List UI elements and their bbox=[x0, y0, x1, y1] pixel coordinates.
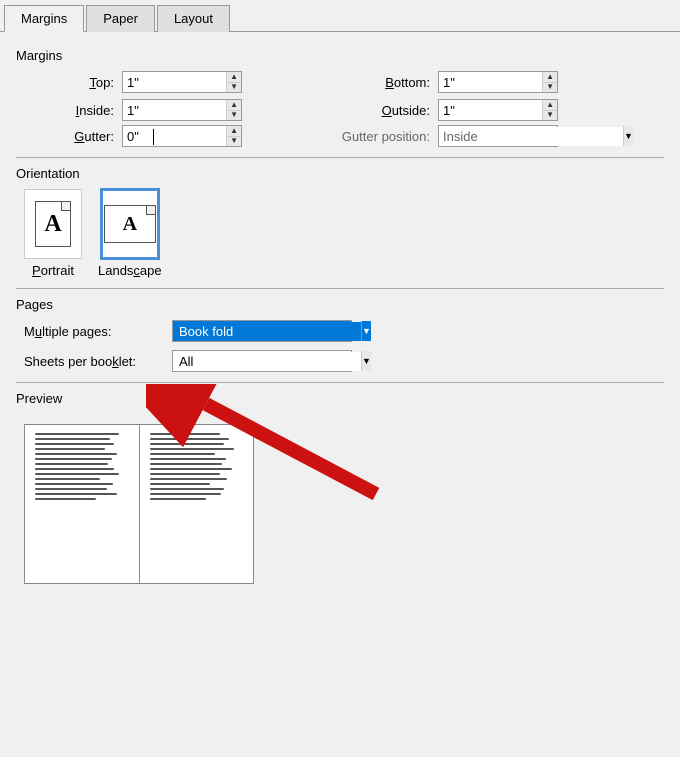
portrait-label: Portrait bbox=[32, 263, 74, 278]
top-label: Top: bbox=[24, 75, 114, 90]
gutter-spinner-down[interactable]: ▼ bbox=[227, 137, 241, 147]
preview-area bbox=[24, 424, 254, 584]
outside-spinner-down[interactable]: ▼ bbox=[543, 111, 557, 121]
gutter-input[interactable] bbox=[123, 126, 226, 146]
preview-container bbox=[16, 414, 254, 584]
gutter-position-input[interactable] bbox=[439, 127, 623, 146]
bottom-spinner[interactable]: ▲ ▼ bbox=[438, 71, 558, 93]
inside-input[interactable] bbox=[123, 100, 226, 120]
pages-fields: Multiple pages: ▼ Sheets per booklet: ▼ bbox=[24, 320, 664, 372]
multiple-pages-select[interactable]: ▼ bbox=[172, 320, 352, 342]
gutter-position-label: Gutter position: bbox=[310, 129, 430, 144]
landscape-icon-container: A bbox=[101, 189, 159, 259]
pages-section: Pages Multiple pages: ▼ Sheets per bookl… bbox=[16, 297, 664, 372]
pages-title: Pages bbox=[16, 297, 664, 312]
gutter-position-dropdown-arrow[interactable]: ▼ bbox=[623, 126, 633, 146]
sheets-per-booklet-input[interactable] bbox=[173, 352, 361, 371]
inside-spinner-up[interactable]: ▲ bbox=[227, 100, 241, 111]
bottom-label: Bottom: bbox=[310, 75, 430, 90]
outside-spinner[interactable]: ▲ ▼ bbox=[438, 99, 558, 121]
margins-section-title: Margins bbox=[16, 48, 664, 63]
outside-input[interactable] bbox=[439, 100, 542, 120]
gutter-label: Gutter: bbox=[24, 129, 114, 144]
top-spinner-down[interactable]: ▼ bbox=[227, 83, 241, 93]
tab-layout[interactable]: Layout bbox=[157, 5, 230, 32]
landscape-option[interactable]: A Landscape bbox=[98, 189, 162, 278]
multiple-pages-dropdown-arrow[interactable]: ▼ bbox=[361, 321, 371, 341]
page-setup-dialog: Margins Paper Layout Margins Top: ▲ ▼ bbox=[0, 0, 680, 757]
gutter-spinner-up[interactable]: ▲ bbox=[227, 126, 241, 137]
portrait-icon-container: A bbox=[24, 189, 82, 259]
outside-label: Outside: bbox=[310, 103, 430, 118]
tab-margins[interactable]: Margins bbox=[4, 5, 84, 32]
margins-fields: Top: ▲ ▼ Bottom: ▲ ▼ Inside: bbox=[24, 71, 664, 121]
multiple-pages-input[interactable] bbox=[173, 322, 361, 341]
outside-spinner-up[interactable]: ▲ bbox=[543, 100, 557, 111]
tab-paper[interactable]: Paper bbox=[86, 5, 155, 32]
right-page bbox=[140, 425, 254, 583]
sheets-per-booklet-label: Sheets per booklet: bbox=[24, 354, 164, 369]
top-spinner[interactable]: ▲ ▼ bbox=[122, 71, 242, 93]
bottom-spinner-up[interactable]: ▲ bbox=[543, 72, 557, 83]
left-page bbox=[25, 425, 140, 583]
multiple-pages-label: Multiple pages: bbox=[24, 324, 164, 339]
top-input[interactable] bbox=[123, 72, 226, 92]
tab-bar: Margins Paper Layout bbox=[0, 0, 680, 32]
divider-1 bbox=[16, 157, 664, 158]
gutter-position-select[interactable]: ▼ bbox=[438, 125, 558, 147]
gutter-row: Gutter: ▲ ▼ Gutter position: ▼ bbox=[24, 125, 664, 147]
top-spinner-up[interactable]: ▲ bbox=[227, 72, 241, 83]
sheets-dropdown-arrow[interactable]: ▼ bbox=[361, 351, 371, 371]
inside-label: Inside: bbox=[24, 103, 114, 118]
divider-2 bbox=[16, 288, 664, 289]
orientation-options: A Portrait A Landscape bbox=[24, 189, 664, 278]
landscape-page-icon: A bbox=[104, 205, 156, 243]
orientation-title: Orientation bbox=[16, 166, 664, 181]
gutter-spinner[interactable]: ▲ ▼ bbox=[122, 125, 242, 147]
landscape-label: Landscape bbox=[98, 263, 162, 278]
orientation-section: Orientation A Portrait bbox=[16, 166, 664, 278]
inside-spinner[interactable]: ▲ ▼ bbox=[122, 99, 242, 121]
bottom-input[interactable] bbox=[439, 72, 542, 92]
portrait-page-icon: A bbox=[35, 201, 71, 247]
divider-3 bbox=[16, 382, 664, 383]
inside-spinner-down[interactable]: ▼ bbox=[227, 111, 241, 121]
content-area: Margins Top: ▲ ▼ Bottom: ▲ ▼ bbox=[0, 32, 680, 600]
preview-section: Preview bbox=[16, 391, 664, 584]
book-preview bbox=[24, 424, 254, 584]
bottom-spinner-down[interactable]: ▼ bbox=[543, 83, 557, 93]
sheets-per-booklet-select[interactable]: ▼ bbox=[172, 350, 352, 372]
preview-title: Preview bbox=[16, 391, 664, 406]
cursor bbox=[153, 129, 154, 145]
portrait-option[interactable]: A Portrait bbox=[24, 189, 82, 278]
